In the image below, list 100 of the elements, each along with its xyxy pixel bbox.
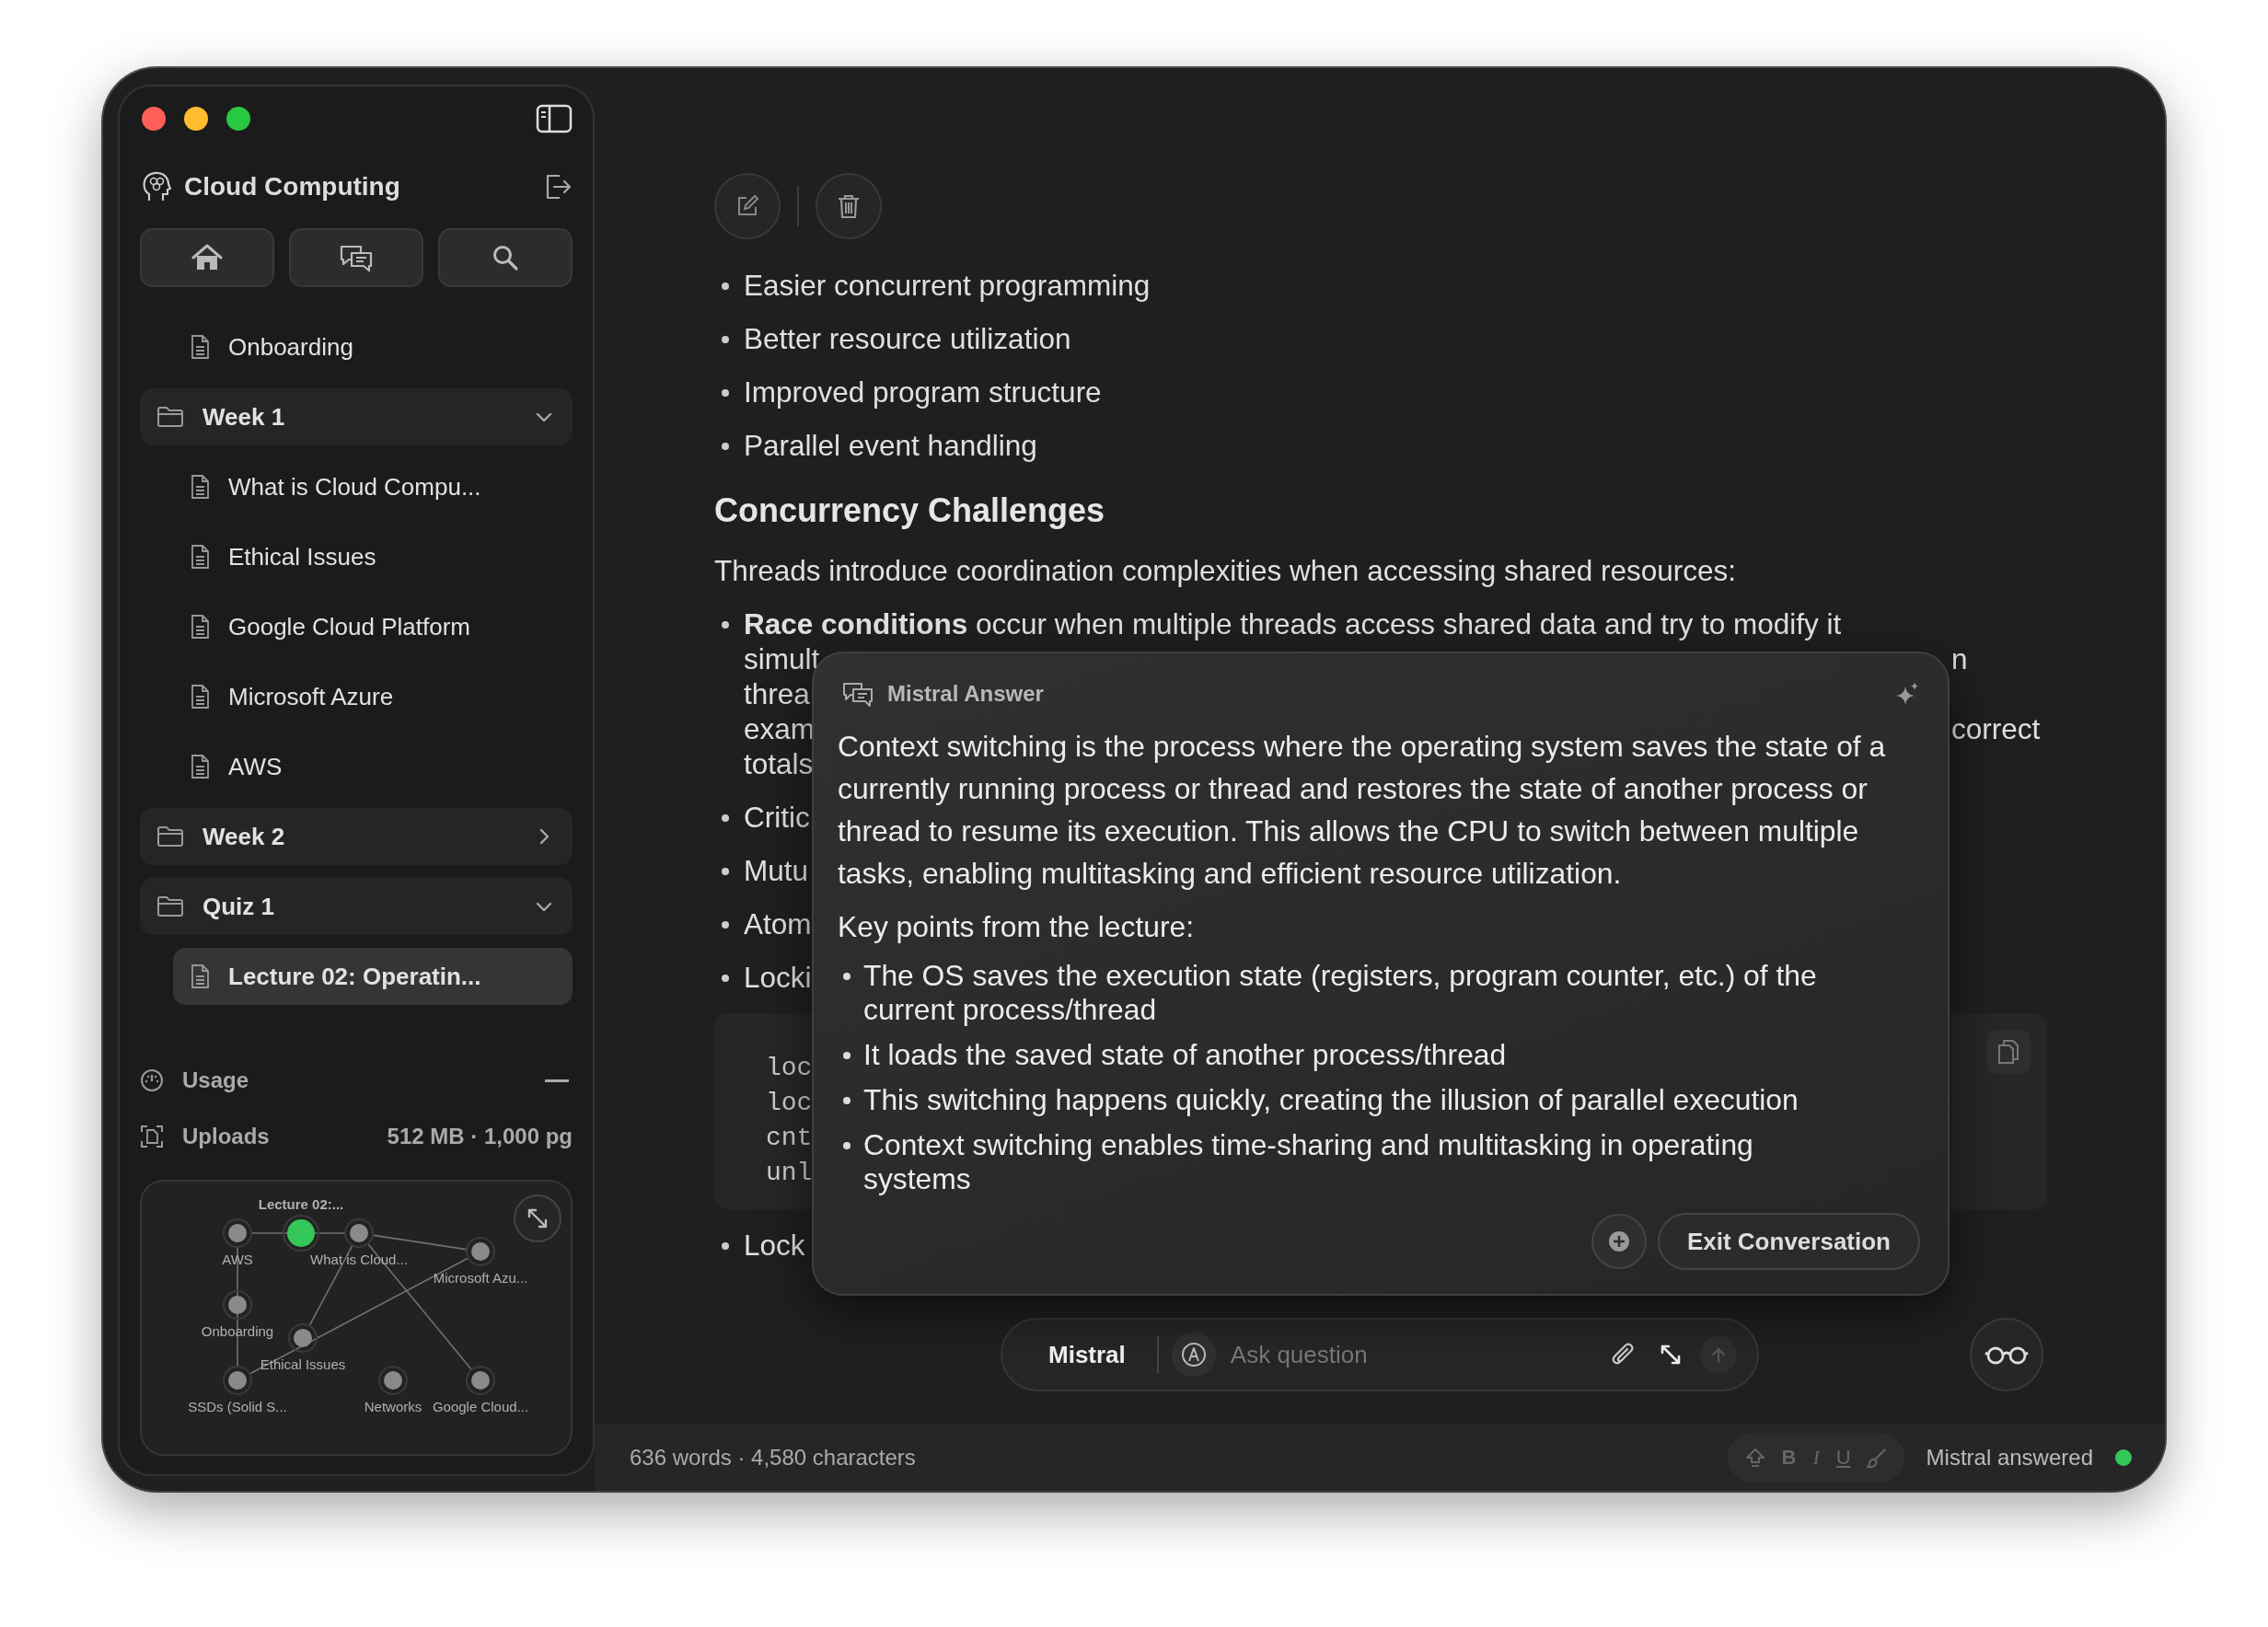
document-text: Critic [744,800,810,835]
bullet-icon [843,1052,850,1059]
folder-icon [156,825,184,848]
node-label: Onboarding [201,1323,274,1339]
collapse-icon[interactable] [545,1079,569,1082]
document-text: Atom [744,906,812,941]
brush-icon[interactable] [1865,1447,1888,1469]
uploads-label: Uploads [182,1124,271,1149]
document-text: Lock [744,1228,805,1263]
document-text: Easier concurrent programming [744,268,1151,303]
document-text: simult [744,641,820,676]
code-line: loc [766,1053,813,1084]
minimize-window-button[interactable] [184,107,208,131]
document-icon [190,964,210,989]
folder-icon [156,895,184,917]
document-item[interactable]: Onboarding [173,318,573,375]
word-count: 636 words · 4,580 characters [630,1445,917,1471]
node-label: What is Cloud... [310,1252,408,1267]
graph-node[interactable] [466,1237,495,1266]
home-icon [191,244,223,271]
bullet-icon [722,814,729,822]
document-item[interactable]: AWS [173,738,573,795]
edit-icon [735,194,759,218]
code-line: cnt [766,1123,813,1154]
gauge-icon [140,1068,164,1092]
node-label: SSDs (Solid S... [188,1399,287,1414]
bullet-icon [722,283,729,290]
circled-a-icon [1180,1342,1207,1367]
node-label: Microsoft Azu... [433,1270,528,1286]
node-label: Google Cloud... [432,1399,529,1414]
upload-frame-icon [140,1125,164,1148]
node-label: AWS [222,1252,253,1267]
document-icon [190,334,210,360]
graph-node[interactable] [466,1366,495,1395]
document-text: totals [744,746,814,781]
graph-node[interactable] [223,1290,252,1320]
sidebar-toggle-icon[interactable] [536,104,573,133]
document-text: correct [1951,711,2041,746]
answer-paragraph: Context switching is the process where the operating system saves the state of a currently running process or thread and restores the state of another process or thread to resume its execution. This allows the CPU to switch between multiple tasks, enabling multitasking and efficient resource utilization. [838,729,1887,892]
arrow-up-icon [1709,1345,1728,1364]
document-item[interactable]: Google Cloud Platform [173,598,573,655]
plus-icon [1607,1230,1630,1252]
question-field[interactable]: Mistral Ask question [1001,1318,1759,1391]
folder-item[interactable]: Week 2 [140,808,573,865]
expand-button[interactable] [514,1194,561,1242]
document-text: n [1951,641,1968,676]
trash-icon [837,193,861,219]
document-text: Locki [744,960,812,995]
search-button[interactable] [438,228,573,287]
usage-label: Usage [182,1067,250,1093]
graph-node[interactable] [223,1218,252,1248]
chat-icon [841,681,874,707]
folder-item[interactable]: Quiz 1 [140,878,573,935]
document-text: exam [744,711,816,746]
document-icon [190,754,210,779]
home-button[interactable] [140,228,274,287]
chat-button[interactable] [289,228,423,287]
document-item[interactable]: Lecture 02: Operatin... [173,948,573,1005]
answer-point: This switching happens quickly, creating the illusion of parallel execution [863,1083,1799,1117]
chat-icon [339,244,374,271]
section-heading: Concurrency Challenges [714,490,1106,531]
bullet-icon [722,621,729,629]
bullet-icon [843,973,850,980]
document-item[interactable]: What is Cloud Compu... [173,458,573,515]
document-item[interactable]: Microsoft Azure [173,668,573,725]
graph-node[interactable] [223,1366,252,1395]
model-selector[interactable]: Mistral [1030,1340,1144,1369]
folder-item[interactable]: Week 1 [140,388,573,445]
document-text: Improved program structure [744,375,1102,410]
bullet-icon [722,443,729,450]
graph-node[interactable] [283,1215,319,1252]
graph-node[interactable] [344,1218,374,1248]
answer-subheading: Key points from the lecture: [838,909,1196,945]
document-text: threa [744,676,810,711]
bullet-icon [722,868,729,875]
search-icon [492,244,519,271]
status-text: Mistral answered [1926,1445,2093,1471]
answer-point: The OS saves the execution state (registers, program counter, etc.) of the current process/thread [863,959,1818,1027]
folder-icon [156,406,184,428]
close-window-button[interactable] [142,107,166,131]
letter-a-button[interactable] [1171,1333,1216,1377]
bullet-icon [843,1142,850,1149]
document-item[interactable]: Ethical Issues [173,528,573,585]
graph-node[interactable] [378,1366,408,1395]
document-icon [190,474,210,500]
bullet-icon [722,389,729,397]
bullet-icon [722,921,729,929]
bullet-icon [843,1097,850,1104]
code-line: unl [766,1158,813,1189]
copy-button[interactable] [1986,1030,2031,1074]
document-icon [190,684,210,710]
node-label: Ethical Issues [260,1356,346,1372]
shift-arrow-icon[interactable] [1744,1447,1767,1469]
zoom-window-button[interactable] [226,107,250,131]
answer-point: Context switching enables time-sharing and multitasking in operating systems [863,1128,1754,1196]
bullet-icon [722,975,729,982]
graph-node[interactable] [288,1323,318,1353]
bullet-icon [722,1242,729,1250]
exit-conversation-button[interactable]: Exit Conversation [1657,1213,1920,1270]
popup-title: Mistral Answer [887,681,1045,707]
